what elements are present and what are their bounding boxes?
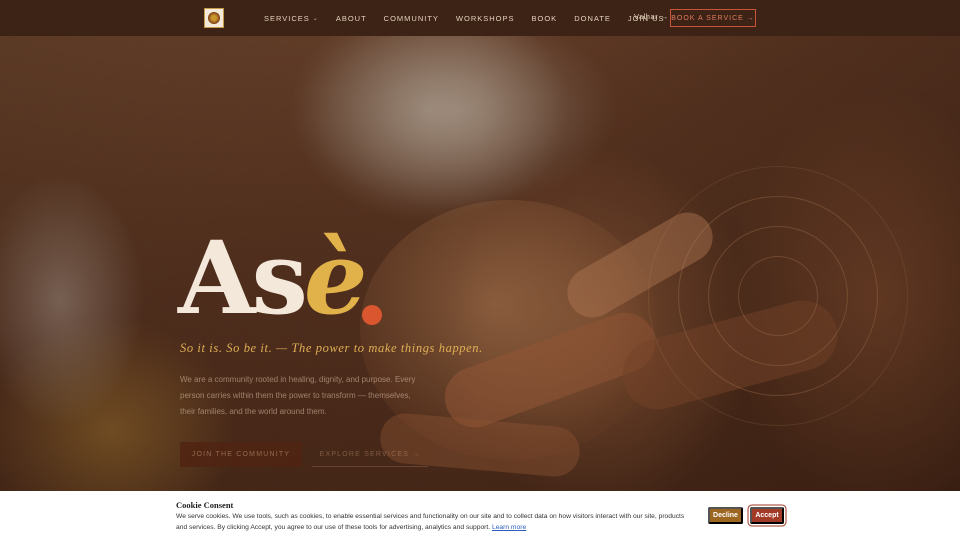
nav-item-label: SERVICES (264, 13, 310, 23)
hero-intro-text: We are a community rooted in healing, di… (180, 375, 416, 416)
hero-title: Asè (178, 218, 368, 338)
nav-item-community[interactable]: COMMUNITY (384, 14, 439, 23)
nav-item-about[interactable]: ABOUT (336, 14, 367, 23)
hero-title-main: As (178, 219, 308, 337)
nav-item-workshops[interactable]: WORKSHOPS (456, 14, 515, 23)
book-service-button[interactable]: BOOK A SERVICE → (670, 9, 756, 27)
hero-title-accent: è (303, 219, 368, 337)
language-switch-link[interactable]: Valhar → (634, 12, 669, 21)
hero-tagline: So it is. So be it. — The power to make … (180, 341, 483, 355)
cookie-title: Cookie Consent (176, 500, 234, 510)
accept-button[interactable]: Accept (750, 507, 784, 524)
organization-emblem-icon (208, 12, 220, 24)
site-logo[interactable] (204, 8, 224, 28)
cookie-text: We serve cookies. We use tools, such as … (176, 513, 685, 531)
decline-button[interactable]: Decline (708, 507, 743, 524)
hero-title-dot (362, 305, 382, 325)
learn-more-link[interactable]: Learn more (492, 524, 526, 531)
nav-item-donate[interactable]: DONATE (574, 14, 611, 23)
explore-services-link[interactable]: EXPLORE SERVICES → (312, 442, 428, 467)
cookie-consent-banner: Cookie Consent We serve cookies. We use … (0, 491, 960, 540)
hero-background-image (0, 0, 960, 540)
join-community-button[interactable]: JOIN THE COMMUNITY (180, 442, 302, 467)
nav-links: SERVICES ⌄ ABOUT COMMUNITY WORKSHOPS BOO… (264, 0, 682, 36)
cookie-description: We serve cookies. We use tools, such as … (176, 512, 696, 533)
nav-item-services[interactable]: SERVICES ⌄ (264, 14, 319, 23)
nav-item-book[interactable]: BOOK (532, 14, 558, 23)
chevron-down-icon: ⌄ (312, 15, 319, 22)
top-navigation: SERVICES ⌄ ABOUT COMMUNITY WORKSHOPS BOO… (0, 0, 960, 36)
hero-overlay (0, 0, 960, 540)
